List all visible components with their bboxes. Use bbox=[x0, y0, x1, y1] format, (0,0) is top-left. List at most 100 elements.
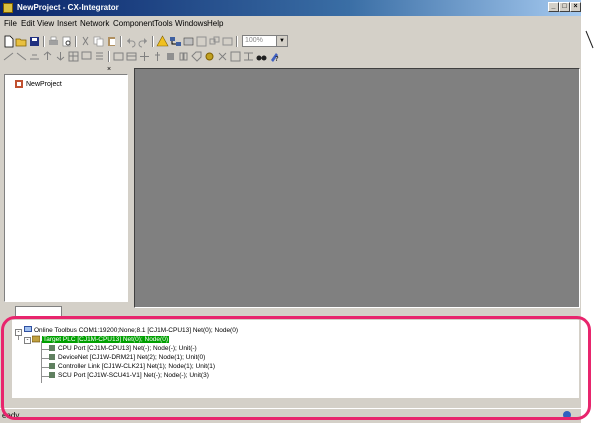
toolbar-button-14[interactable] bbox=[208, 35, 221, 48]
undo-button[interactable] bbox=[124, 35, 137, 48]
tree-node-target-plc[interactable]: Target PLC [CJ1M-CPU13] Net(0); Node(0) bbox=[32, 335, 169, 344]
print-button[interactable] bbox=[47, 35, 60, 48]
toolbar2-button-12[interactable] bbox=[151, 50, 164, 63]
help-button[interactable]: ? bbox=[268, 50, 281, 63]
controller-link-label: Controller Link [CJ1W-CLK21] Net(1); Nod… bbox=[58, 363, 216, 370]
find-button[interactable] bbox=[255, 50, 268, 63]
connect-icon bbox=[3, 52, 14, 61]
toolbar-button-13[interactable] bbox=[195, 35, 208, 48]
tree-node-scu-port[interactable]: SCU Port [CJ1W-SCU41-V1] Net(-); Node(-)… bbox=[48, 371, 209, 380]
toolbar2-button-19[interactable] bbox=[242, 50, 255, 63]
target-expander[interactable]: - bbox=[24, 337, 31, 344]
component-icon bbox=[183, 37, 194, 46]
window-icon bbox=[222, 37, 233, 46]
menu-insert[interactable]: Insert bbox=[57, 19, 77, 29]
menu-network[interactable]: Network bbox=[80, 19, 109, 29]
maximize-button[interactable]: □ bbox=[559, 2, 570, 12]
toolbar2-button-7[interactable] bbox=[80, 50, 93, 63]
toolbar2-button-18[interactable] bbox=[229, 50, 242, 63]
chevron-down-icon: ▼ bbox=[276, 36, 287, 46]
disconnect-icon bbox=[16, 52, 27, 61]
open-button[interactable] bbox=[15, 35, 28, 48]
toolbar2-button-16[interactable] bbox=[203, 50, 216, 63]
copy-icon bbox=[93, 36, 104, 47]
folder-open-icon bbox=[15, 38, 27, 47]
copy-button[interactable] bbox=[92, 35, 105, 48]
toolbar2-button-1[interactable] bbox=[2, 50, 15, 63]
menu-help[interactable]: Help bbox=[207, 19, 223, 29]
redo-button[interactable] bbox=[137, 35, 150, 48]
toolbar2-button-10[interactable] bbox=[125, 50, 138, 63]
menu-component[interactable]: Component bbox=[113, 19, 154, 29]
root-expander[interactable]: - bbox=[15, 329, 22, 336]
network-tree-pane[interactable]: - - Online Toolbus COM1:19200;None;8.1 [… bbox=[12, 320, 579, 398]
toolbar2-button-4[interactable] bbox=[41, 50, 54, 63]
mdi-client-area[interactable] bbox=[134, 68, 580, 308]
table-icon bbox=[68, 51, 79, 62]
toolbar2-button-17[interactable] bbox=[216, 50, 229, 63]
toolbar-button-15[interactable] bbox=[221, 35, 234, 48]
status-text: eady bbox=[2, 411, 20, 420]
project-tree-root[interactable]: NewProject bbox=[15, 80, 62, 90]
io-table-icon bbox=[113, 52, 124, 61]
online-toolbus-label: Online Toolbus COM1:19200;None;8.1 [CJ1M… bbox=[34, 327, 239, 334]
toolbar2-button-14[interactable] bbox=[177, 50, 190, 63]
zoom-select[interactable]: 100% ▼ bbox=[242, 35, 288, 47]
component-button[interactable] bbox=[182, 35, 195, 48]
project-tree[interactable]: NewProject bbox=[4, 74, 128, 302]
scu-port-label: SCU Port [CJ1W-SCU41-V1] Net(-); Node(-)… bbox=[58, 372, 209, 379]
project-root-label: NewProject bbox=[26, 81, 62, 88]
network-config-button[interactable] bbox=[169, 35, 182, 48]
menu-windows[interactable]: Windows bbox=[175, 19, 207, 29]
toolbar2-button-11[interactable] bbox=[138, 50, 151, 63]
zoom-value: 100% bbox=[245, 37, 263, 44]
add-icon bbox=[140, 52, 149, 61]
toolbar2-button-15[interactable] bbox=[190, 50, 203, 63]
compare-icon bbox=[179, 52, 188, 61]
network-icon bbox=[170, 37, 181, 46]
print-icon bbox=[49, 36, 58, 45]
workspace-close-controls[interactable]: × bbox=[107, 66, 127, 74]
close-button[interactable]: × bbox=[570, 2, 581, 12]
toolbar2-button-8[interactable] bbox=[93, 50, 106, 63]
toolbar2-button-13[interactable] bbox=[164, 50, 177, 63]
cross-icon bbox=[218, 52, 227, 61]
gear-icon bbox=[205, 52, 214, 61]
menu-bar: File Edit View Insert Network Component … bbox=[0, 17, 581, 31]
network-unit-icon bbox=[49, 354, 55, 361]
toolbar2-button-2[interactable] bbox=[15, 50, 28, 63]
tree-node-controller-link[interactable]: Controller Link [CJ1W-CLK21] Net(1); Nod… bbox=[48, 362, 215, 371]
close-icon[interactable]: × bbox=[107, 66, 111, 73]
cut-button[interactable] bbox=[79, 35, 92, 48]
cpu-port-label: CPU Port [CJ1M-CPU13] Net(-); Node(-); U… bbox=[58, 345, 197, 352]
warning-button[interactable] bbox=[156, 35, 169, 48]
toolbar2-button-6[interactable] bbox=[67, 50, 80, 63]
network-toolbar: ? bbox=[2, 50, 302, 64]
io-table-2-icon bbox=[126, 52, 137, 61]
menu-view[interactable]: View bbox=[37, 19, 54, 29]
workspace-tab[interactable] bbox=[15, 306, 62, 318]
binoculars-icon bbox=[256, 55, 267, 61]
minimize-button[interactable]: _ bbox=[548, 2, 559, 12]
title-bar[interactable]: NewProject - CX-Integrator _ □ × bbox=[0, 0, 581, 16]
new-button[interactable] bbox=[2, 35, 15, 48]
menu-edit[interactable]: Edit bbox=[21, 19, 35, 29]
tree-node-devicenet[interactable]: DeviceNet [CJ1W-DRM21] Net(2); Node(1); … bbox=[48, 353, 205, 362]
toolbar2-button-5[interactable] bbox=[54, 50, 67, 63]
print-preview-button[interactable] bbox=[60, 35, 73, 48]
cut-icon bbox=[82, 36, 89, 46]
online-icon bbox=[30, 54, 39, 60]
tree-node-online-toolbus[interactable]: Online Toolbus COM1:19200;None;8.1 [CJ1M… bbox=[24, 326, 238, 335]
menu-tools[interactable]: Tools bbox=[154, 19, 173, 29]
computer-icon bbox=[24, 326, 32, 333]
paste-button[interactable] bbox=[105, 35, 118, 48]
save-button[interactable] bbox=[28, 35, 41, 48]
paste-icon bbox=[108, 37, 115, 46]
toolbar2-button-3[interactable] bbox=[28, 50, 41, 63]
download-icon bbox=[56, 52, 65, 61]
menu-file[interactable]: File bbox=[4, 19, 17, 29]
status-bar: eady bbox=[0, 408, 581, 423]
standard-toolbar: 100% ▼ bbox=[2, 35, 332, 49]
toolbar2-button-9[interactable] bbox=[112, 50, 125, 63]
tree-node-cpu-port[interactable]: CPU Port [CJ1M-CPU13] Net(-); Node(-); U… bbox=[48, 344, 197, 353]
